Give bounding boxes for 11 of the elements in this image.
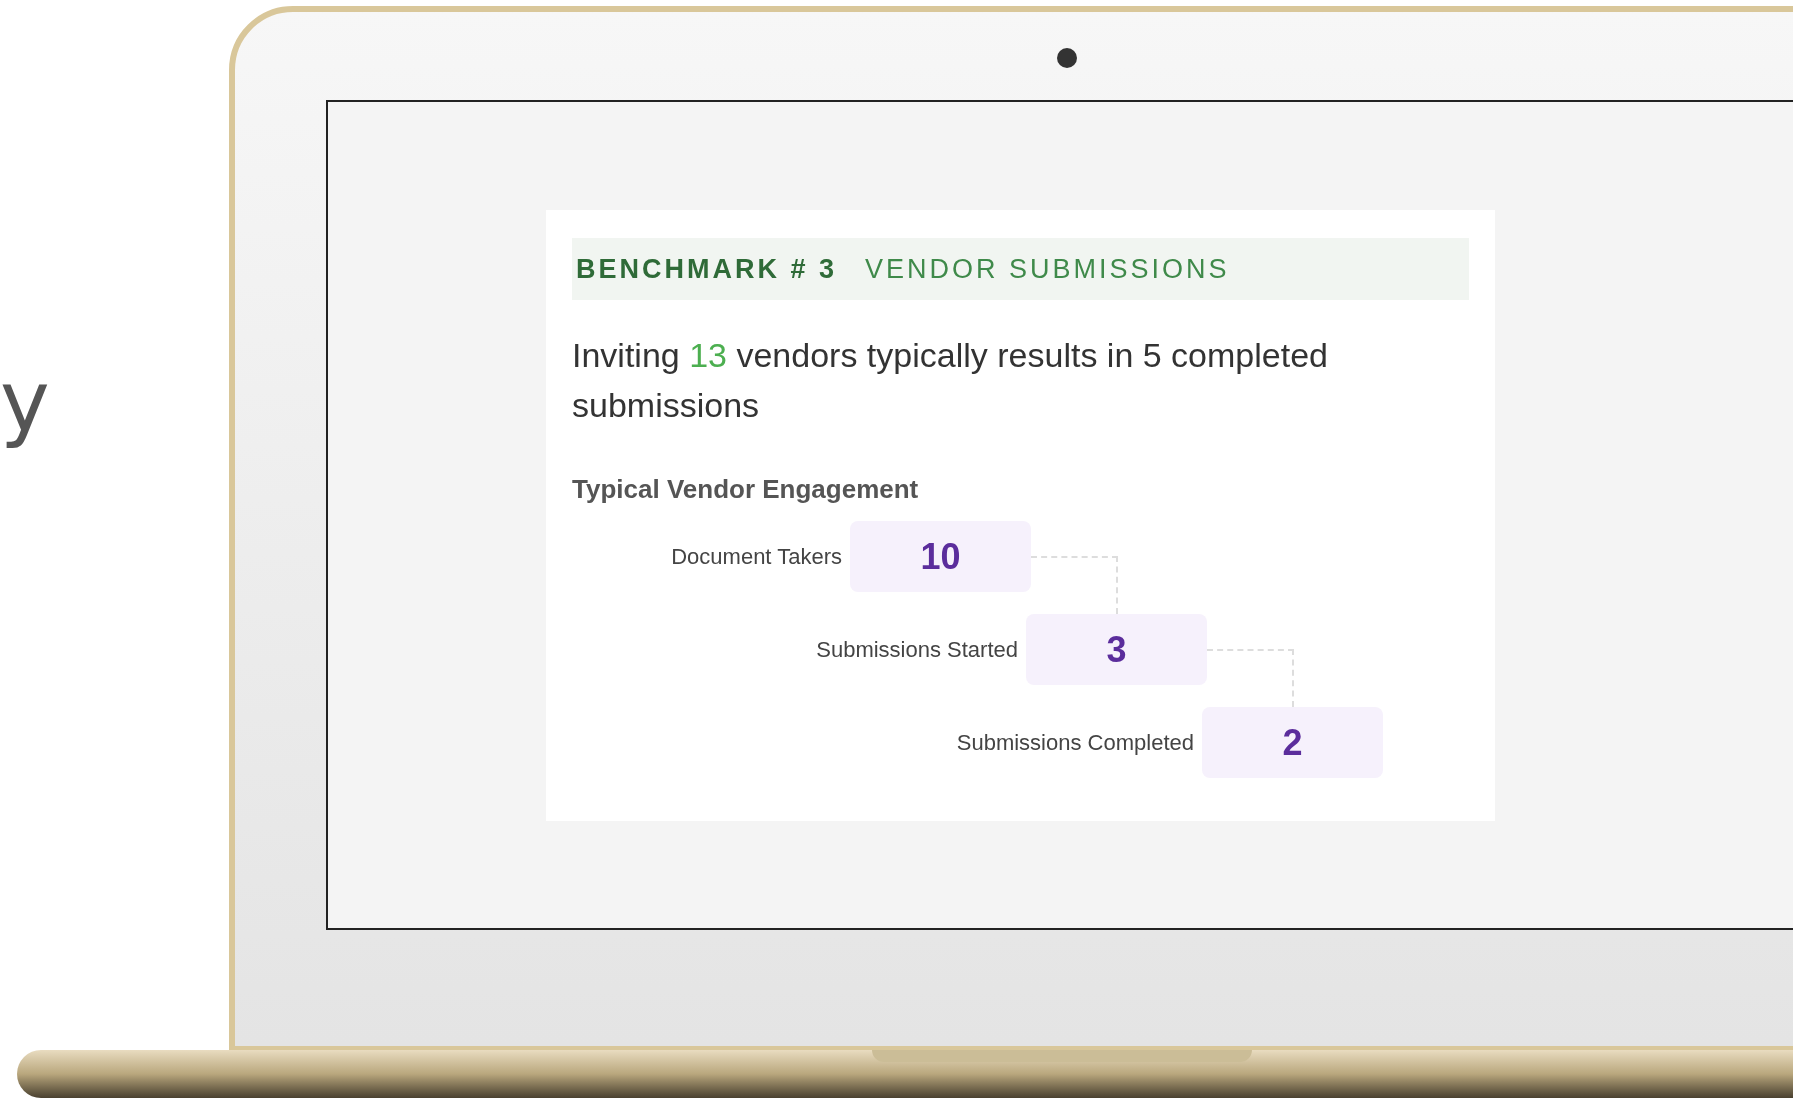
benchmark-title: VENDOR SUBMISSIONS [865,252,1230,286]
summary-text: Inviting 13 vendors typically results in 5 completed submissions [572,335,1329,426]
stage-label: Submissions Started [815,636,1018,664]
benchmark-label: BENCHMARK # 3 [576,252,838,286]
stage-value: 2 [1202,707,1383,778]
stage-value: 10 [850,521,1031,592]
stage-label: Document Takers [670,543,842,571]
stage-label: Submissions Completed [955,729,1194,757]
camera-icon [1057,48,1077,68]
stage-value: 3 [1026,614,1207,685]
funnel-title: Typical Vendor Engagement [572,473,920,506]
